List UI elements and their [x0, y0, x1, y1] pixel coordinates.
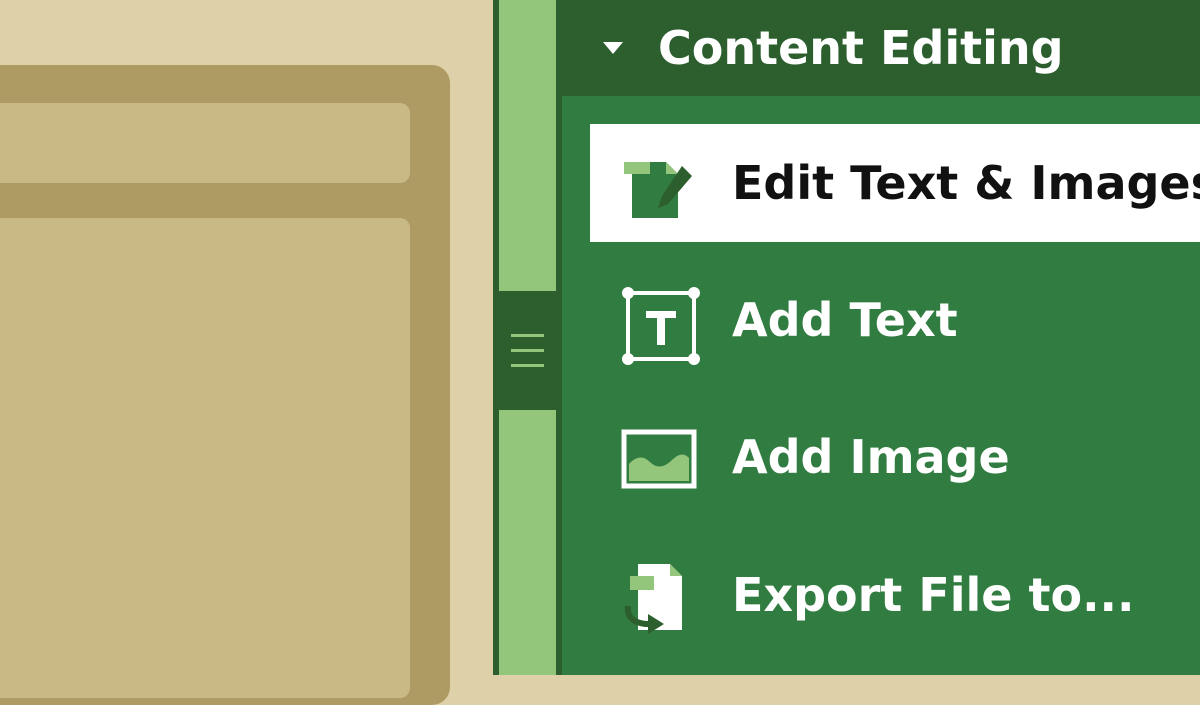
tool-list: Edit Text & Images Add Text Add Image Ex… [562, 96, 1200, 675]
document-canvas [0, 0, 493, 705]
tool-label: Add Text [732, 293, 958, 347]
tool-label: Edit Text & Images [732, 156, 1200, 210]
tool-export-file[interactable]: Export File to... [590, 536, 1200, 654]
content-editing-panel: Content Editing Edit Text & Images Add T… [556, 0, 1200, 675]
edit-document-icon [620, 148, 700, 228]
document-header-block [0, 103, 410, 183]
tool-label: Export File to... [732, 568, 1135, 622]
document-body-block [0, 218, 410, 698]
panel-header[interactable]: Content Editing [556, 0, 1200, 96]
tool-add-image[interactable]: Add Image [590, 398, 1200, 516]
grip-line [511, 349, 544, 352]
text-box-icon [620, 285, 700, 365]
tool-add-text[interactable]: Add Text [590, 261, 1200, 379]
image-icon [620, 422, 700, 502]
tool-label: Add Image [732, 430, 1010, 484]
caret-down-icon[interactable] [603, 42, 623, 54]
panel-title: Content Editing [658, 21, 1064, 75]
grip-line [511, 334, 544, 337]
resize-handle[interactable] [499, 291, 556, 410]
export-file-icon [620, 560, 700, 640]
tool-edit-text-images[interactable]: Edit Text & Images [590, 124, 1200, 242]
grip-line [511, 364, 544, 367]
